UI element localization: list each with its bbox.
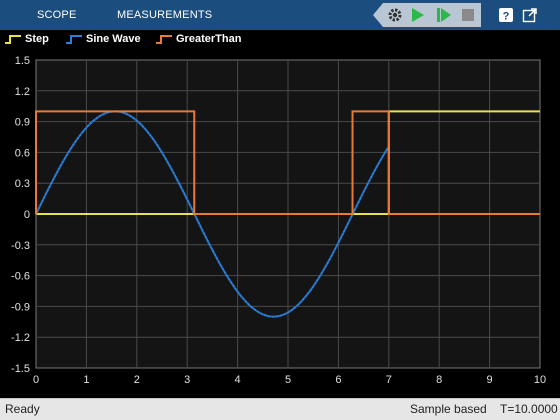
- y-tick-label: -0.9: [11, 301, 30, 313]
- x-tick-label: 0: [33, 374, 39, 386]
- sine-swatch-icon: [66, 35, 82, 44]
- y-tick-label: 0.3: [15, 178, 30, 190]
- x-tick-label: 1: [83, 374, 89, 386]
- y-tick-label: 0: [24, 209, 30, 221]
- legend-item-step[interactable]: Step: [4, 30, 49, 48]
- undock-window-icon[interactable]: [521, 6, 539, 24]
- legend: Step Sine Wave GreaterThan: [0, 30, 560, 48]
- svg-text:?: ?: [503, 11, 510, 23]
- x-tick-label: 6: [335, 374, 341, 386]
- y-tick-label: -0.6: [11, 271, 30, 283]
- legend-label: Sine Wave: [86, 33, 141, 45]
- y-tick-label: 0.6: [15, 147, 30, 159]
- y-tick-label: 1.5: [15, 55, 30, 67]
- x-tick-label: 8: [436, 374, 442, 386]
- stop-square-icon[interactable]: [459, 6, 477, 24]
- y-tick-label: -1.5: [11, 363, 30, 375]
- settings-gear-icon[interactable]: [386, 6, 404, 24]
- status-bar: Ready Sample based T=10.0000: [0, 398, 560, 420]
- legend-label: GreaterThan: [176, 33, 242, 45]
- legend-item-greaterthan[interactable]: GreaterThan: [155, 30, 241, 48]
- toolbar: SCOPE MEASUREMENTS ?: [0, 0, 560, 30]
- step-forward-icon[interactable]: [435, 6, 453, 24]
- x-tick-label: 5: [285, 374, 291, 386]
- run-play-icon[interactable]: [409, 6, 427, 24]
- step-swatch-icon: [5, 35, 21, 44]
- x-tick-label: 2: [134, 374, 140, 386]
- scope-chart: 1.51.20.90.60.30-0.3-0.6-0.9-1.2-1.50 1 2 3…: [11, 55, 546, 386]
- y-tick-label: -0.3: [11, 240, 30, 252]
- x-tick-label: 4: [235, 374, 241, 386]
- y-tick-label: 0.9: [15, 117, 30, 129]
- tab-measurements[interactable]: MEASUREMENTS: [117, 0, 212, 30]
- status-ready: Ready: [5, 402, 40, 416]
- tab-scope[interactable]: SCOPE: [37, 0, 77, 30]
- legend-item-sine-wave[interactable]: Sine Wave: [65, 30, 141, 48]
- x-tick-label: 9: [487, 374, 493, 386]
- x-tick-label: 7: [386, 374, 392, 386]
- y-tick-label: 1.2: [15, 86, 30, 98]
- plot-area: 1.5 1.2 0.9 0.6 0.3 0 -0.3 -0.6 -0.9 -1.2 -1.5 0 1 2 3…: [0, 48, 560, 398]
- help-question-icon[interactable]: ?: [497, 6, 515, 24]
- status-mode: Sample based: [410, 402, 487, 416]
- x-tick-label: 3: [184, 374, 190, 386]
- status-time: T=10.0000: [500, 402, 558, 416]
- greaterthan-swatch-icon: [156, 35, 172, 44]
- y-tick-label: -1.2: [11, 332, 30, 344]
- x-tick-label: 10: [534, 374, 546, 386]
- simulation-controls: [373, 3, 481, 27]
- legend-label: Step: [25, 33, 49, 45]
